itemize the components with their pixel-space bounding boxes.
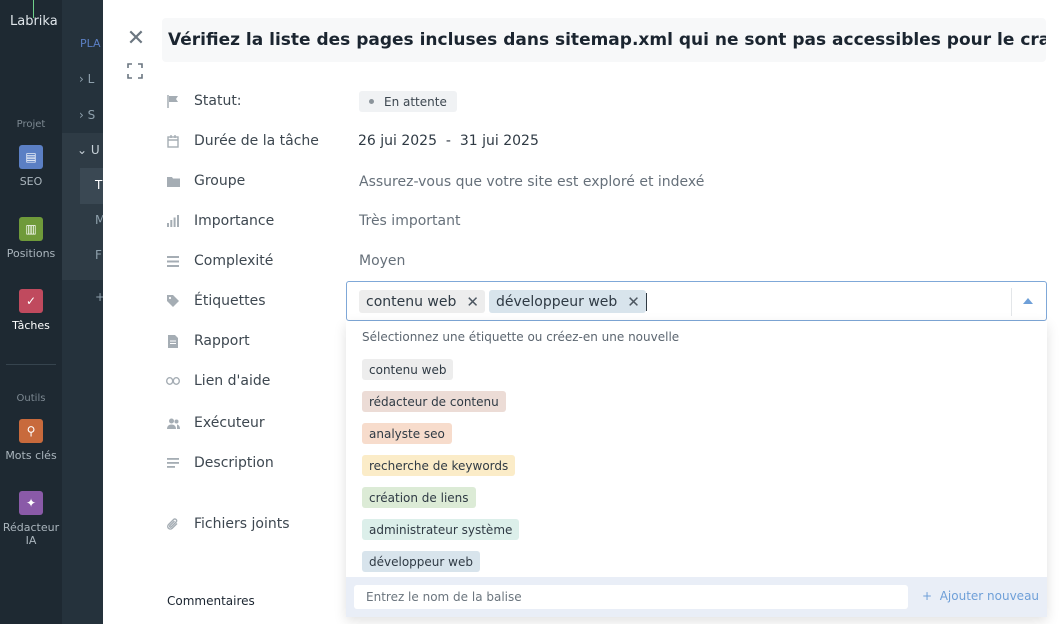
plus-icon: + <box>922 589 933 603</box>
close-icon: ✕ <box>126 26 146 51</box>
field-duration-label: Durée de la tâche <box>166 131 319 151</box>
chart-icon: ▥ <box>19 217 43 241</box>
field-group-label: Groupe <box>166 171 245 191</box>
field-attachments-label: Fichiers joints <box>166 514 290 534</box>
remove-tag-icon[interactable]: ✕ <box>627 293 640 311</box>
rail-item-positions[interactable]: ▥ Positions <box>0 217 62 260</box>
tag-option[interactable]: développeur web <box>362 551 480 572</box>
magic-wand-icon: ✦ <box>19 491 43 515</box>
field-importance-label: Importance <box>166 211 274 231</box>
rail-divider <box>6 364 56 365</box>
flag-icon <box>166 94 180 108</box>
status-badge[interactable]: En attente <box>359 91 457 112</box>
rail-item-tasks[interactable]: ✓ Tâches <box>0 289 62 332</box>
text-cursor <box>646 293 647 311</box>
close-button[interactable]: ✕ <box>125 28 147 50</box>
field-executor-label: Exécuteur <box>166 413 265 433</box>
field-help-link-label: Lien d'aide <box>166 371 270 391</box>
rail-item-label: Mots clés <box>5 449 57 462</box>
selected-tag-chip: contenu web ✕ <box>359 290 485 313</box>
comments-heading: Commentaires <box>167 594 255 608</box>
rail-item-label: Rédacteur IA <box>2 521 60 547</box>
list-lines-icon <box>166 254 180 268</box>
main-nav-rail: Labrika Projet ▤ SEO ▥ Positions ✓ Tâche… <box>0 0 62 624</box>
sidebar-row[interactable]: T <box>95 178 102 192</box>
clipboard-icon: ▤ <box>19 145 43 169</box>
chevron-up-icon[interactable] <box>1023 298 1033 304</box>
sidebar-row[interactable]: ⌄ U <box>77 143 100 157</box>
expand-button[interactable] <box>127 63 145 81</box>
tag-option[interactable]: création de liens <box>362 487 476 508</box>
link-icon <box>166 374 180 388</box>
tags-dropdown: Sélectionnez une étiquette ou créez-en u… <box>346 321 1047 617</box>
tag-option[interactable]: recherche de keywords <box>362 455 516 476</box>
tag-option[interactable]: analyste seo <box>362 423 452 444</box>
rail-item-seo[interactable]: ▤ SEO <box>0 145 62 188</box>
sidebar-row[interactable]: › S <box>79 108 95 122</box>
sidebar-heading: PLA <box>80 37 101 50</box>
dropdown-hint: Sélectionnez une étiquette ou créez-en u… <box>362 330 680 344</box>
app-logo[interactable]: Labrika <box>10 14 58 29</box>
field-report-label: Rapport <box>166 331 250 351</box>
folder-icon <box>166 174 180 188</box>
tags-select[interactable]: contenu web ✕ développeur web ✕ <box>346 281 1047 321</box>
new-tag-input[interactable] <box>354 585 908 609</box>
calendar-icon <box>166 134 180 148</box>
rail-item-label: Positions <box>6 247 56 260</box>
new-tag-bar: + Ajouter nouveau <box>346 577 1047 617</box>
duration-end: 31 jui 2025 <box>459 133 539 149</box>
rail-section-tools: Outils <box>16 393 46 404</box>
text-lines-icon <box>166 456 180 470</box>
rail-item-ai-writer[interactable]: ✦ Rédacteur IA <box>0 491 62 547</box>
project-sidebar: PLA › L › S ⌄ U T M F + <box>62 0 105 624</box>
sidebar-row[interactable]: F <box>95 248 102 262</box>
tag-icon <box>166 294 180 308</box>
check-icon: ✓ <box>19 289 43 313</box>
task-title[interactable]: Vérifiez la liste des pages incluses dan… <box>162 18 1046 62</box>
status-dot-icon <box>369 99 374 104</box>
duration-separator: - <box>445 133 451 149</box>
fullscreen-icon <box>127 63 143 79</box>
key-icon: ⚲ <box>19 419 43 443</box>
select-divider <box>1011 288 1012 316</box>
sidebar-row[interactable]: › L <box>79 72 94 86</box>
rail-item-label: SEO <box>19 175 43 188</box>
document-icon <box>166 334 180 348</box>
field-description-label: Description <box>166 453 274 473</box>
complexity-value[interactable]: Moyen <box>359 253 405 269</box>
field-complexity-label: Complexité <box>166 251 273 271</box>
rail-section-project: Projet <box>16 119 46 130</box>
duration-start: 26 jui 2025 <box>358 133 437 149</box>
remove-tag-icon[interactable]: ✕ <box>466 293 479 311</box>
users-icon <box>166 416 180 430</box>
selected-tag-chip: développeur web ✕ <box>489 290 646 313</box>
duration-value[interactable]: 26 jui 2025 - 31 jui 2025 <box>358 133 539 149</box>
rail-item-label: Tâches <box>12 319 50 332</box>
group-value[interactable]: Assurez-vous que votre site est exploré … <box>359 174 704 190</box>
field-status-label: Statut: <box>166 91 242 111</box>
field-tags-label: Étiquettes <box>166 291 265 311</box>
tag-option[interactable]: administrateur système <box>362 519 520 540</box>
signal-bars-icon <box>166 214 180 228</box>
importance-value[interactable]: Très important <box>359 213 460 229</box>
tag-option[interactable]: rédacteur de contenu <box>362 391 506 412</box>
paperclip-icon <box>166 517 180 531</box>
add-new-tag-button[interactable]: + Ajouter nouveau <box>922 589 1039 603</box>
tag-option[interactable]: contenu web <box>362 359 454 380</box>
rail-item-keywords[interactable]: ⚲ Mots clés <box>0 419 62 462</box>
task-detail-panel: ✕ Vérifiez la liste des pages incluses d… <box>103 0 1060 624</box>
